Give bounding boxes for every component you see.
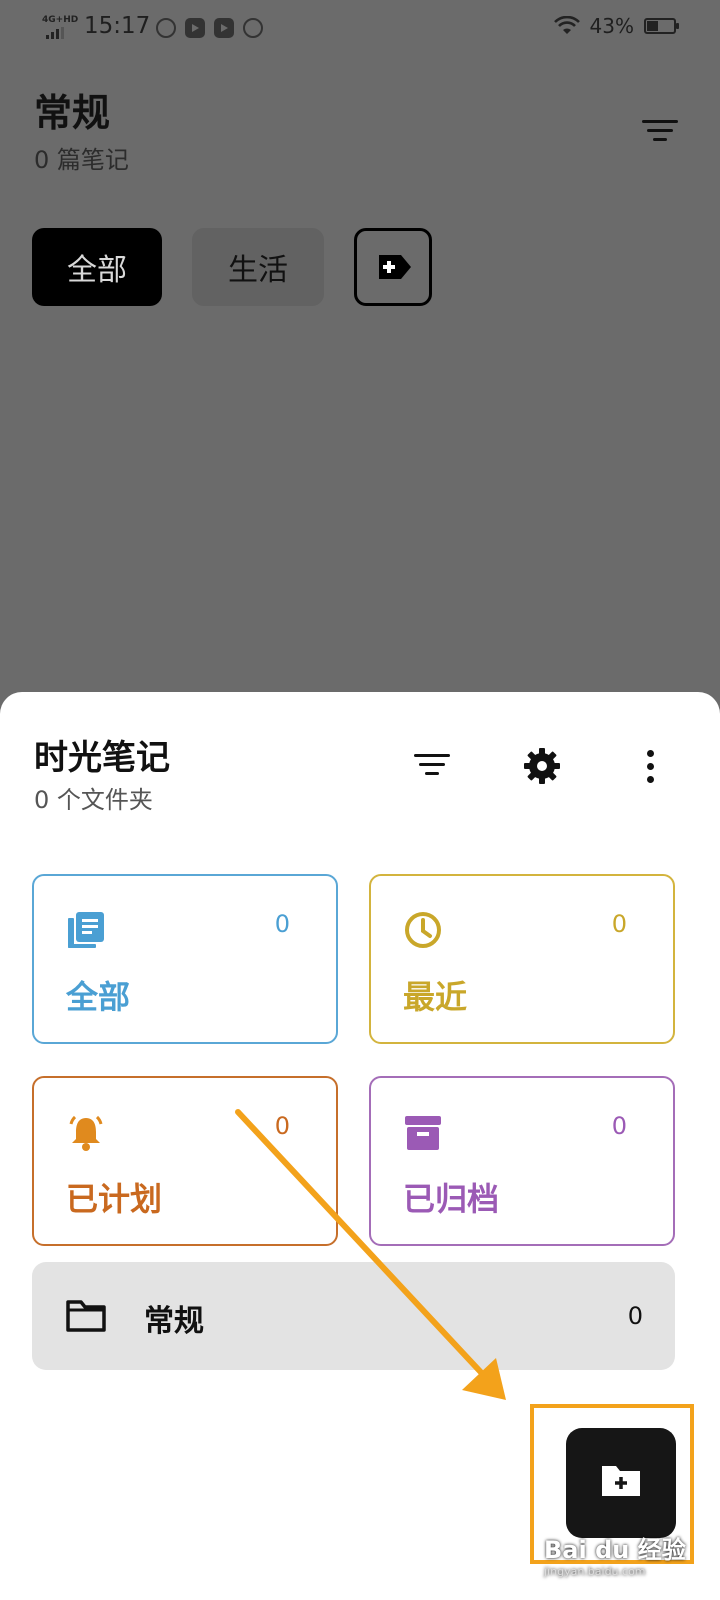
watermark: Bai du 经验 jingyan.baidu.com bbox=[544, 1530, 686, 1578]
status-time: 15:17 bbox=[84, 13, 151, 39]
clock-icon bbox=[405, 912, 441, 948]
sheet-title: 时光笔记 bbox=[34, 738, 170, 778]
cellular-signal-icon: 4G+HD bbox=[42, 15, 78, 39]
card-all-notes[interactable]: 0 全部 bbox=[32, 874, 338, 1044]
card-label: 最近 bbox=[403, 978, 468, 1016]
tag-chips: 全部 生活 bbox=[32, 228, 432, 306]
notification-app-icon bbox=[156, 18, 176, 38]
folder-name: 常规 bbox=[144, 1304, 204, 1339]
card-archived[interactable]: 0 已归档 bbox=[369, 1076, 675, 1246]
add-tag-icon bbox=[379, 255, 411, 279]
folder-item[interactable]: 常规 0 bbox=[32, 1262, 675, 1370]
notification-icons bbox=[156, 18, 263, 38]
folder-icon bbox=[66, 1300, 106, 1332]
add-tag-button[interactable] bbox=[354, 228, 432, 306]
play-app-icon bbox=[185, 18, 205, 38]
link-app-icon bbox=[243, 18, 263, 38]
card-count: 0 bbox=[274, 1112, 290, 1140]
folder-count: 0 个文件夹 bbox=[34, 786, 153, 814]
more-options-icon[interactable] bbox=[640, 750, 660, 786]
card-label: 全部 bbox=[66, 978, 131, 1016]
bell-icon bbox=[69, 1115, 103, 1151]
chip-all[interactable]: 全部 bbox=[32, 228, 162, 306]
card-label: 已计划 bbox=[66, 1180, 163, 1218]
card-count: 0 bbox=[274, 910, 290, 938]
folder-count-value: 0 bbox=[627, 1302, 643, 1330]
watermark-text: Bai du 经验 bbox=[544, 1536, 686, 1564]
play-app-icon bbox=[214, 18, 234, 38]
card-count: 0 bbox=[611, 910, 627, 938]
card-planned[interactable]: 0 已计划 bbox=[32, 1076, 338, 1246]
notes-stack-icon bbox=[68, 912, 104, 948]
card-label: 已归档 bbox=[403, 1180, 500, 1218]
filter-icon[interactable] bbox=[642, 120, 678, 148]
chip-life[interactable]: 生活 bbox=[192, 228, 324, 306]
add-folder-button[interactable] bbox=[566, 1428, 676, 1538]
add-folder-icon bbox=[602, 1466, 640, 1496]
wifi-icon bbox=[553, 15, 580, 36]
battery-percent: 43% bbox=[589, 14, 634, 38]
page-title: 常规 bbox=[34, 91, 111, 135]
settings-gear-icon[interactable] bbox=[522, 746, 562, 786]
folders-sheet: 时光笔记 0 个文件夹 0 全部 0 最近 0 已计划 0 已归档 常规 0 B… bbox=[0, 692, 720, 1600]
note-count: 0 篇笔记 bbox=[34, 146, 129, 174]
battery-icon bbox=[644, 18, 679, 34]
status-bar: 4G+HD 15:17 43% bbox=[0, 0, 720, 56]
network-type: 4G+HD bbox=[42, 15, 79, 25]
filter-icon[interactable] bbox=[414, 754, 450, 782]
card-count: 0 bbox=[611, 1112, 627, 1140]
archive-box-icon bbox=[405, 1116, 441, 1150]
card-recent[interactable]: 0 最近 bbox=[369, 874, 675, 1044]
watermark-url: jingyan.baidu.com bbox=[544, 1565, 646, 1578]
